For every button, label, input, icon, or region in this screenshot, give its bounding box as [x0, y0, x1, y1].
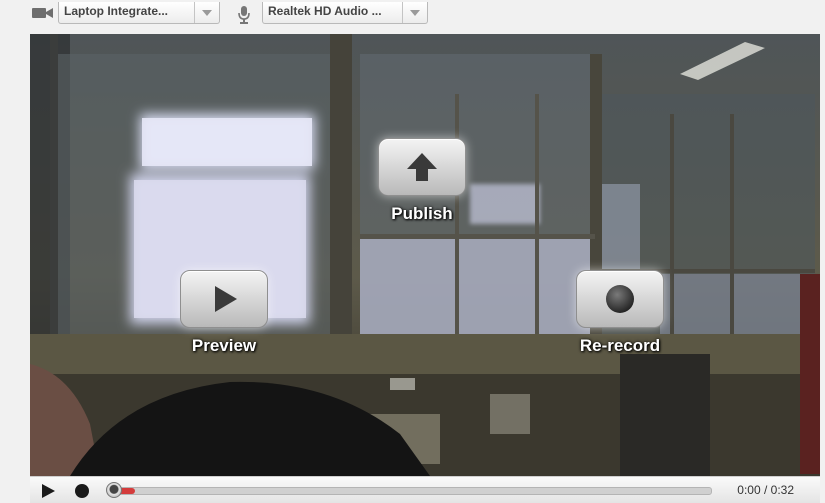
- camera-select-label: Laptop Integrate...: [64, 4, 169, 18]
- rerecord-button-face: [576, 270, 664, 328]
- duration: 0:32: [770, 483, 794, 497]
- publish-button[interactable]: Publish: [378, 138, 466, 224]
- play-icon: [215, 286, 237, 312]
- preview-button-face: [180, 270, 268, 328]
- seek-handle[interactable]: [106, 482, 122, 498]
- preview-label: Preview: [191, 336, 257, 355]
- upload-arrow-icon: [407, 153, 437, 181]
- microphone-select[interactable]: Realtek HD Audio ...: [262, 2, 428, 24]
- video-camera-icon: [32, 8, 53, 18]
- play-icon[interactable]: [40, 483, 56, 499]
- rerecord-button[interactable]: Re-record: [576, 270, 664, 356]
- current-time: 0:00: [737, 483, 761, 497]
- record-icon: [606, 285, 634, 313]
- camera-select[interactable]: Laptop Integrate...: [58, 2, 220, 24]
- webcam-frame-image: [30, 34, 820, 476]
- time-display: 0:00 / 0:32: [737, 483, 794, 497]
- preview-button[interactable]: Preview: [180, 270, 268, 356]
- publish-button-face: [378, 138, 466, 196]
- chevron-down-icon: [194, 2, 219, 23]
- video-preview[interactable]: Publish Preview Re-record: [30, 34, 820, 476]
- publish-label: Publish: [391, 204, 453, 223]
- device-toolbar: Laptop Integrate... Realtek HD Audio ...: [0, 0, 825, 34]
- record-icon[interactable]: [74, 483, 90, 499]
- rerecord-label: Re-record: [579, 336, 661, 355]
- microphone-select-label: Realtek HD Audio ...: [268, 4, 382, 18]
- player-controls: 0:00 / 0:32: [30, 476, 820, 503]
- chevron-down-icon: [402, 2, 427, 23]
- microphone-icon: [238, 6, 250, 24]
- seek-bar[interactable]: [116, 487, 712, 495]
- time-separator: /: [760, 483, 771, 497]
